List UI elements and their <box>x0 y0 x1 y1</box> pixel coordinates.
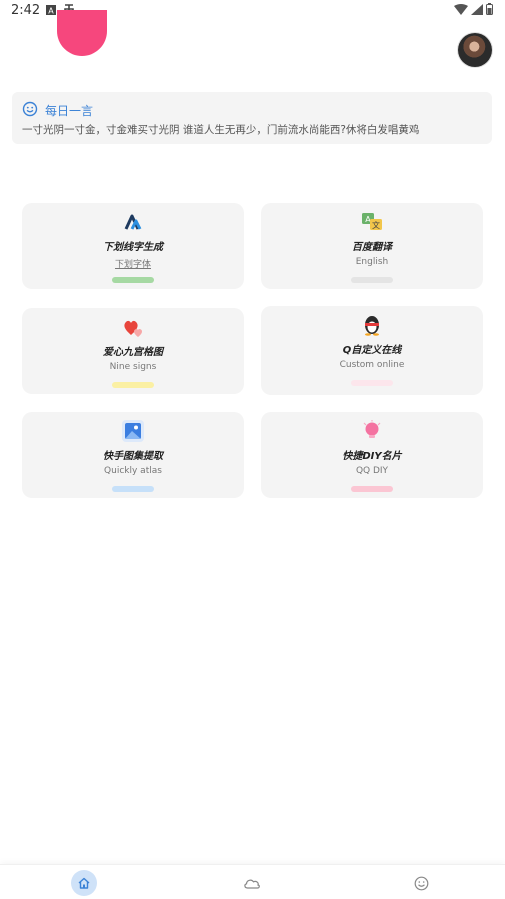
tile-subtitle: 下划字体 <box>114 260 151 270</box>
tile-accent-bar <box>351 277 393 283</box>
tile-heart-nine-grid[interactable]: 爱心九宫格图 Nine signs <box>22 308 244 394</box>
tile-accent-bar <box>112 486 154 492</box>
nav-profile[interactable] <box>408 870 434 896</box>
quote-text: 一寸光阴一寸金，寸金难买寸光阴 谁道人生无再少，门前流水尚能西?休将白发唱黄鸡 <box>22 124 420 136</box>
tile-accent-bar <box>351 486 393 492</box>
svg-text:A: A <box>48 7 54 16</box>
tile-q-custom-online[interactable]: Q自定义在线 Custom online <box>261 306 483 395</box>
nav-cloud[interactable] <box>239 870 265 896</box>
smiley-icon <box>22 101 38 117</box>
home-icon <box>78 877 90 889</box>
tile-kuaishou-atlas[interactable]: 快手图集提取 Quickly atlas <box>22 412 244 498</box>
tile-subtitle: Custom online <box>339 360 405 370</box>
tile-title: 下划线字生成 <box>103 242 163 253</box>
tile-diy-card[interactable]: 快捷DIY名片 QQ DIY <box>261 412 483 498</box>
signal-icon <box>471 3 483 15</box>
tile-accent-bar <box>351 380 393 386</box>
tile-subtitle: English <box>355 257 389 267</box>
tile-accent-bar <box>112 382 154 388</box>
smiley-icon <box>414 876 428 890</box>
avatar[interactable] <box>458 33 492 67</box>
tile-baidu-translate[interactable]: A 文 百度翻译 English <box>261 203 483 289</box>
tile-subtitle: QQ DIY <box>355 466 389 476</box>
svg-text:文: 文 <box>372 220 380 230</box>
translate-icon: A 文 <box>362 213 382 230</box>
nav-home[interactable] <box>71 870 97 896</box>
tile-subtitle: Nine signs <box>109 362 157 372</box>
cloud-icon <box>244 879 260 889</box>
tile-subtitle: Quickly atlas <box>104 466 162 476</box>
hearts-icon <box>124 320 142 337</box>
header-logo[interactable] <box>57 10 107 56</box>
tile-title: 爱心九宫格图 <box>103 347 163 358</box>
tile-title: Q自定义在线 <box>342 345 402 356</box>
lightbulb-icon <box>363 420 381 438</box>
notification-a-icon: A <box>46 5 56 16</box>
battery-icon <box>486 3 493 15</box>
status-time: 2:42 <box>11 3 41 18</box>
quote-title: 每日一言 <box>45 104 94 118</box>
blue-mountain-logo-icon <box>124 214 142 230</box>
tile-underline-text[interactable]: 下划线字生成 下划字体 <box>22 203 244 289</box>
tile-accent-bar <box>112 277 154 283</box>
image-icon <box>122 420 144 442</box>
daily-quote-card: 每日一言 一寸光阴一寸金，寸金难买寸光阴 谁道人生无再少，门前流水尚能西?休将白… <box>12 92 492 144</box>
bottom-nav <box>0 864 505 899</box>
qq-penguin-icon <box>365 316 379 336</box>
tile-title: 快手图集提取 <box>103 451 163 462</box>
status-indicators <box>454 3 493 15</box>
tile-title: 百度翻译 <box>352 242 392 253</box>
tile-title: 快捷DIY名片 <box>342 451 402 462</box>
wifi-icon <box>454 3 468 15</box>
